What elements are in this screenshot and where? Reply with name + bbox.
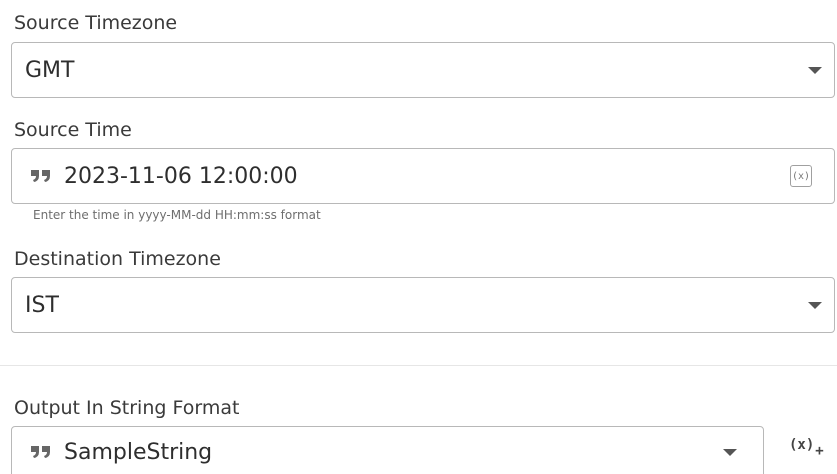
source-timezone-select[interactable]: GMT bbox=[11, 42, 835, 98]
quote-icon bbox=[30, 427, 52, 474]
section-divider bbox=[0, 365, 837, 366]
destination-timezone-label: Destination Timezone bbox=[14, 248, 221, 270]
source-time-value: 2023-11-06 12:00:00 bbox=[64, 163, 298, 189]
source-time-label: Source Time bbox=[14, 119, 132, 141]
plus-icon: + bbox=[815, 443, 824, 459]
chevron-down-icon bbox=[808, 302, 822, 309]
destination-timezone-select[interactable]: IST bbox=[11, 277, 835, 333]
source-timezone-label: Source Timezone bbox=[14, 12, 178, 34]
add-variable-button[interactable]: (x)+ bbox=[789, 437, 824, 459]
source-time-helper-text: Enter the time in yyyy-MM-dd HH:mm:ss fo… bbox=[33, 208, 321, 222]
source-timezone-value: GMT bbox=[25, 57, 75, 83]
form-panel: Source Timezone GMT Source Time 2023-11-… bbox=[0, 0, 837, 474]
chevron-down-icon bbox=[723, 449, 737, 456]
output-format-label: Output In String Format bbox=[14, 397, 240, 419]
destination-timezone-value: IST bbox=[25, 292, 59, 318]
output-format-select[interactable]: SampleString bbox=[11, 426, 764, 474]
add-variable-label: (x) bbox=[789, 437, 815, 453]
output-format-value: SampleString bbox=[64, 439, 213, 465]
chevron-down-icon bbox=[808, 67, 822, 74]
variable-insert-button[interactable]: (x) bbox=[790, 165, 812, 187]
source-time-input[interactable]: 2023-11-06 12:00:00 (x) bbox=[11, 148, 835, 204]
quote-icon bbox=[30, 149, 52, 203]
